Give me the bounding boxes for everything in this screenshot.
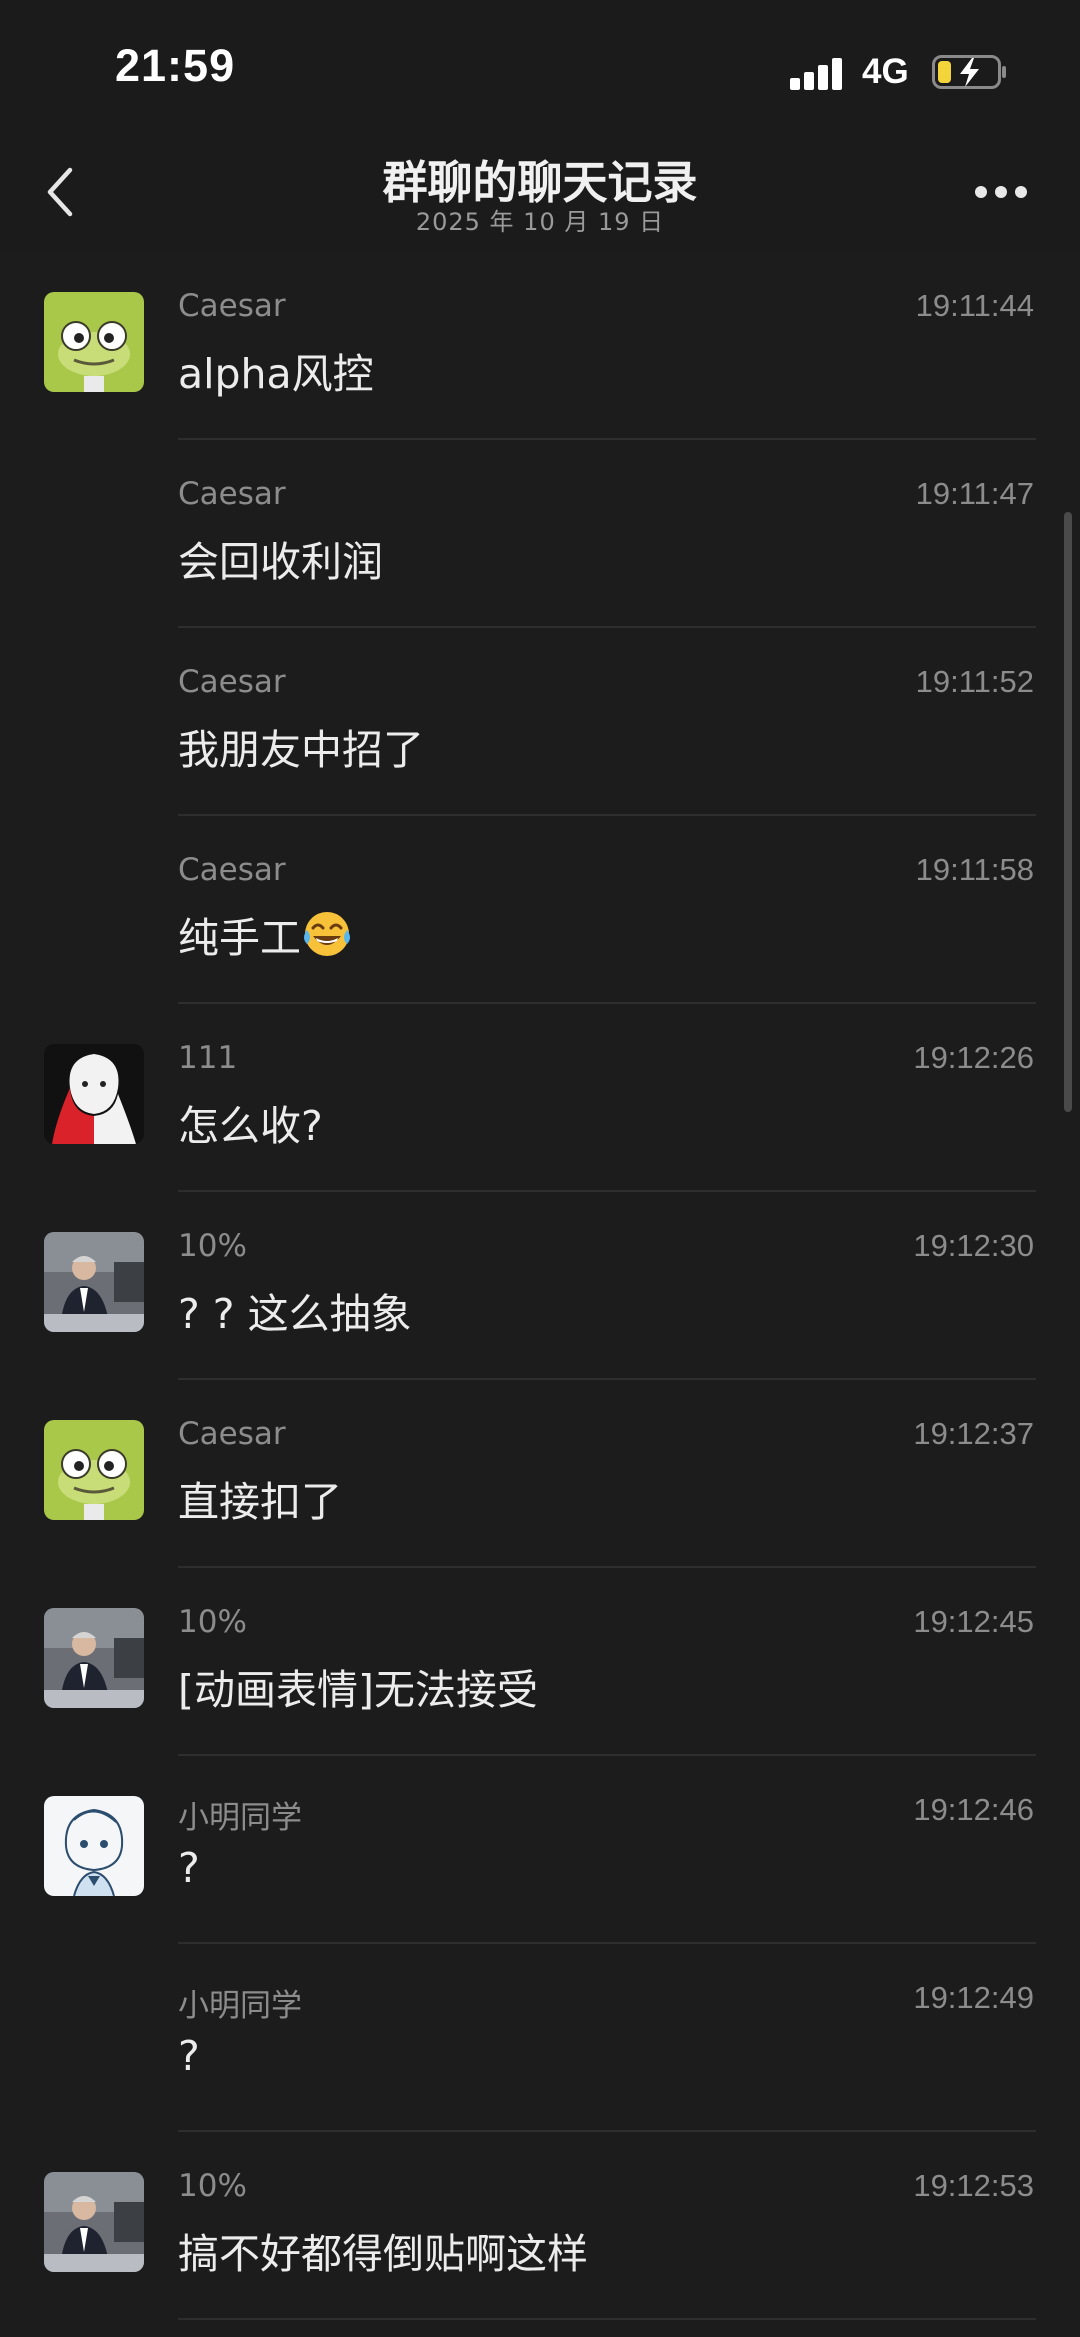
sender-name: 111 [178, 1040, 238, 1076]
network-type: 4G [862, 52, 909, 91]
message-text-content: [动画表情]无法接受 [178, 1666, 538, 1714]
message-text-content: 直接扣了 [178, 1478, 342, 1526]
message-text-content: 纯手工 [178, 914, 301, 962]
message-text-content: 怎么收? [178, 1102, 323, 1150]
chat-history-list[interactable]: Caesar 19:11:44 alpha风控 Caesar 19:11:47 会回收利润… [0, 252, 1080, 2337]
navigation-bar: 群聊的聊天记录 2025 年 10 月 19 日 [0, 140, 1080, 252]
message-row[interactable]: Caesar 19:11:58 纯手工 [0, 816, 1080, 1004]
man-at-desk-avatar[interactable] [44, 2172, 144, 2272]
sender-name: Caesar [178, 476, 286, 512]
message-timestamp: 19:12:46 [913, 1792, 1034, 1827]
status-time: 21:59 [115, 40, 236, 91]
message-timestamp: 19:12:45 [913, 1604, 1034, 1639]
message-text: [动画表情]无法接受 [178, 1656, 538, 1716]
message-text: 纯手工 [178, 904, 353, 964]
message-timestamp: 19:12:37 [913, 1416, 1034, 1451]
message-text-content: alpha风控 [178, 350, 374, 398]
message-row[interactable]: 10% 19:12:30 ? ? 这么抽象 [0, 1192, 1080, 1380]
message-row[interactable]: 10% 19:12:53 搞不好都得倒贴啊这样 [0, 2132, 1080, 2320]
message-timestamp: 19:12:49 [913, 1980, 1034, 2015]
more-options-icon[interactable] [975, 186, 1029, 200]
message-text: 会回收利润 [178, 528, 383, 588]
message-timestamp: 19:12:53 [913, 2168, 1034, 2203]
sender-name: 小明同学 [178, 1800, 302, 1836]
message-row[interactable]: 小明同学 19:12:49? [0, 1944, 1080, 2132]
message-row[interactable]: Caesar 19:11:44 alpha风控 [0, 252, 1080, 440]
tears-of-joy-emoji [301, 908, 353, 960]
message-timestamp: 19:11:58 [915, 852, 1034, 887]
message-text: 我朋友中招了 [178, 716, 424, 776]
message-text-content: ? ? 这么抽象 [178, 1290, 412, 1338]
anime-girl-sketch-avatar[interactable] [44, 1796, 144, 1896]
sender-name: Caesar [178, 1416, 286, 1452]
sender-name: Caesar [178, 852, 286, 888]
message-timestamp: 19:11:44 [915, 288, 1034, 323]
message-text-content: 会回收利润 [178, 538, 383, 586]
sender-name: 小明同学 [178, 1988, 302, 2024]
message-timestamp: 19:11:52 [915, 664, 1034, 699]
status-bar: 21:59 4G [0, 0, 1080, 140]
message-row[interactable]: Caesar 19:11:52 我朋友中招了 [0, 628, 1080, 816]
message-timestamp: 19:12:26 [913, 1040, 1034, 1075]
sender-name: 10% [178, 1604, 247, 1640]
message-row[interactable]: Caesar 19:12:37 直接扣了 [0, 1380, 1080, 1568]
page-date: 2025 年 10 月 19 日 [415, 208, 665, 236]
message-row[interactable]: Caesar 19:11:47 会回收利润 [0, 440, 1080, 628]
message-timestamp: 19:11:47 [915, 476, 1034, 511]
message-row[interactable]: 10% 19:12:45 [动画表情]无法接受 [0, 1568, 1080, 1756]
message-row[interactable]: 小明同学 19:12:46? [0, 1756, 1080, 1944]
frog-avatar[interactable] [44, 292, 144, 392]
divider [178, 2318, 1036, 2320]
message-text: ? [178, 2032, 200, 2080]
message-text-content: ? [178, 2032, 200, 2080]
sender-name: 10% [178, 1228, 247, 1264]
message-text: 怎么收? [178, 1092, 323, 1152]
message-text: ? [178, 1844, 200, 1892]
battery-charging-icon [932, 55, 1006, 89]
message-text: 搞不好都得倒贴啊这样 [178, 2220, 588, 2280]
message-timestamp: 19:12:30 [913, 1228, 1034, 1263]
frog-avatar[interactable] [44, 1420, 144, 1520]
message-text-content: 搞不好都得倒贴啊这样 [178, 2230, 588, 2278]
sender-name: 10% [178, 2168, 247, 2204]
anime-redwhite-avatar[interactable] [44, 1044, 144, 1144]
message-row[interactable]: 111 19:12:26 怎么收? [0, 1004, 1080, 1192]
cellular-signal-icon [790, 58, 844, 90]
message-text: 直接扣了 [178, 1468, 342, 1528]
message-text: ? ? 这么抽象 [178, 1280, 412, 1340]
man-at-desk-avatar[interactable] [44, 1608, 144, 1708]
sender-name: Caesar [178, 664, 286, 700]
message-text: alpha风控 [178, 340, 374, 400]
message-text-content: ? [178, 1844, 200, 1892]
message-text-content: 我朋友中招了 [178, 726, 424, 774]
man-at-desk-avatar[interactable] [44, 1232, 144, 1332]
sender-name: Caesar [178, 288, 286, 324]
